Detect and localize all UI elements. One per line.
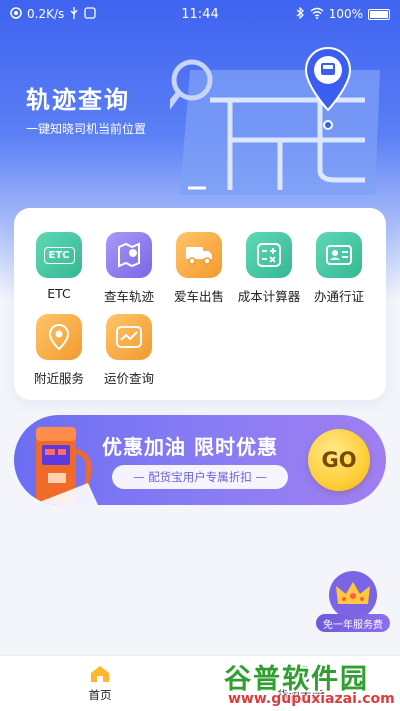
fuel-discount-banner[interactable]: 优惠加油 限时优惠 — 配货宝用户专属折扣 — GO xyxy=(14,415,386,505)
battery-icon xyxy=(368,8,390,20)
calculator-icon xyxy=(246,232,292,278)
tool-car-sale-label: 爱车出售 xyxy=(173,289,224,304)
go-button[interactable]: GO xyxy=(308,429,370,491)
watermark-url: www.gupuxiazai.com xyxy=(228,691,395,707)
tool-price-query[interactable]: 运价查询 xyxy=(94,314,164,387)
tool-car-sale[interactable]: 爱车出售 xyxy=(164,232,234,305)
crown-icon xyxy=(329,571,377,619)
tool-etc-label: ETC xyxy=(47,286,71,301)
free-service-fee-badge[interactable]: 免一年服务费 xyxy=(316,570,390,632)
map-illustration xyxy=(170,46,380,195)
tab-home-label: 首页 xyxy=(88,688,112,702)
fuel-pump-icon xyxy=(32,427,98,505)
free-service-fee-label: 免一年服务费 xyxy=(316,614,390,632)
banner-title: 优惠加油 限时优惠 xyxy=(102,435,278,459)
id-card-icon xyxy=(316,232,362,278)
tool-cost-calculator[interactable]: 成本计算器 xyxy=(234,232,304,305)
tool-vehicle-track-label: 查车轨迹 xyxy=(103,289,154,304)
status-bar: 0.2K/s 11:44 100% xyxy=(0,0,400,28)
etc-icon: ETC xyxy=(36,232,82,278)
tool-nearby-service-label: 附近服务 xyxy=(33,371,84,386)
tools-card: ETC ETC 查车轨迹 爱车出售 成本计算器 办通行证 附近服务 运价查询 xyxy=(14,208,386,400)
tool-etc[interactable]: ETC ETC xyxy=(24,232,94,301)
tool-permit-label: 办通行证 xyxy=(313,289,364,304)
tool-permit[interactable]: 办通行证 xyxy=(304,232,374,305)
tool-nearby-service[interactable]: 附近服务 xyxy=(24,314,94,387)
price-trend-icon xyxy=(106,314,152,360)
tool-vehicle-track[interactable]: 查车轨迹 xyxy=(94,232,164,305)
page-subtitle: 一键知晓司机当前位置 xyxy=(26,122,147,136)
tab-home[interactable]: 首页 xyxy=(0,656,200,711)
truck-icon xyxy=(176,232,222,278)
map-pin-icon xyxy=(106,232,152,278)
status-time: 11:44 xyxy=(181,6,219,22)
tool-cost-calculator-label: 成本计算器 xyxy=(237,289,301,304)
tool-price-query-label: 运价查询 xyxy=(103,371,154,386)
banner-subtitle: — 配货宝用户专属折扣 — xyxy=(112,465,288,489)
location-icon xyxy=(36,314,82,360)
home-icon xyxy=(91,666,109,682)
site-watermark: 谷普软件园 www.gupuxiazai.com xyxy=(218,655,400,711)
page-title: 轨迹查询 xyxy=(26,86,130,114)
